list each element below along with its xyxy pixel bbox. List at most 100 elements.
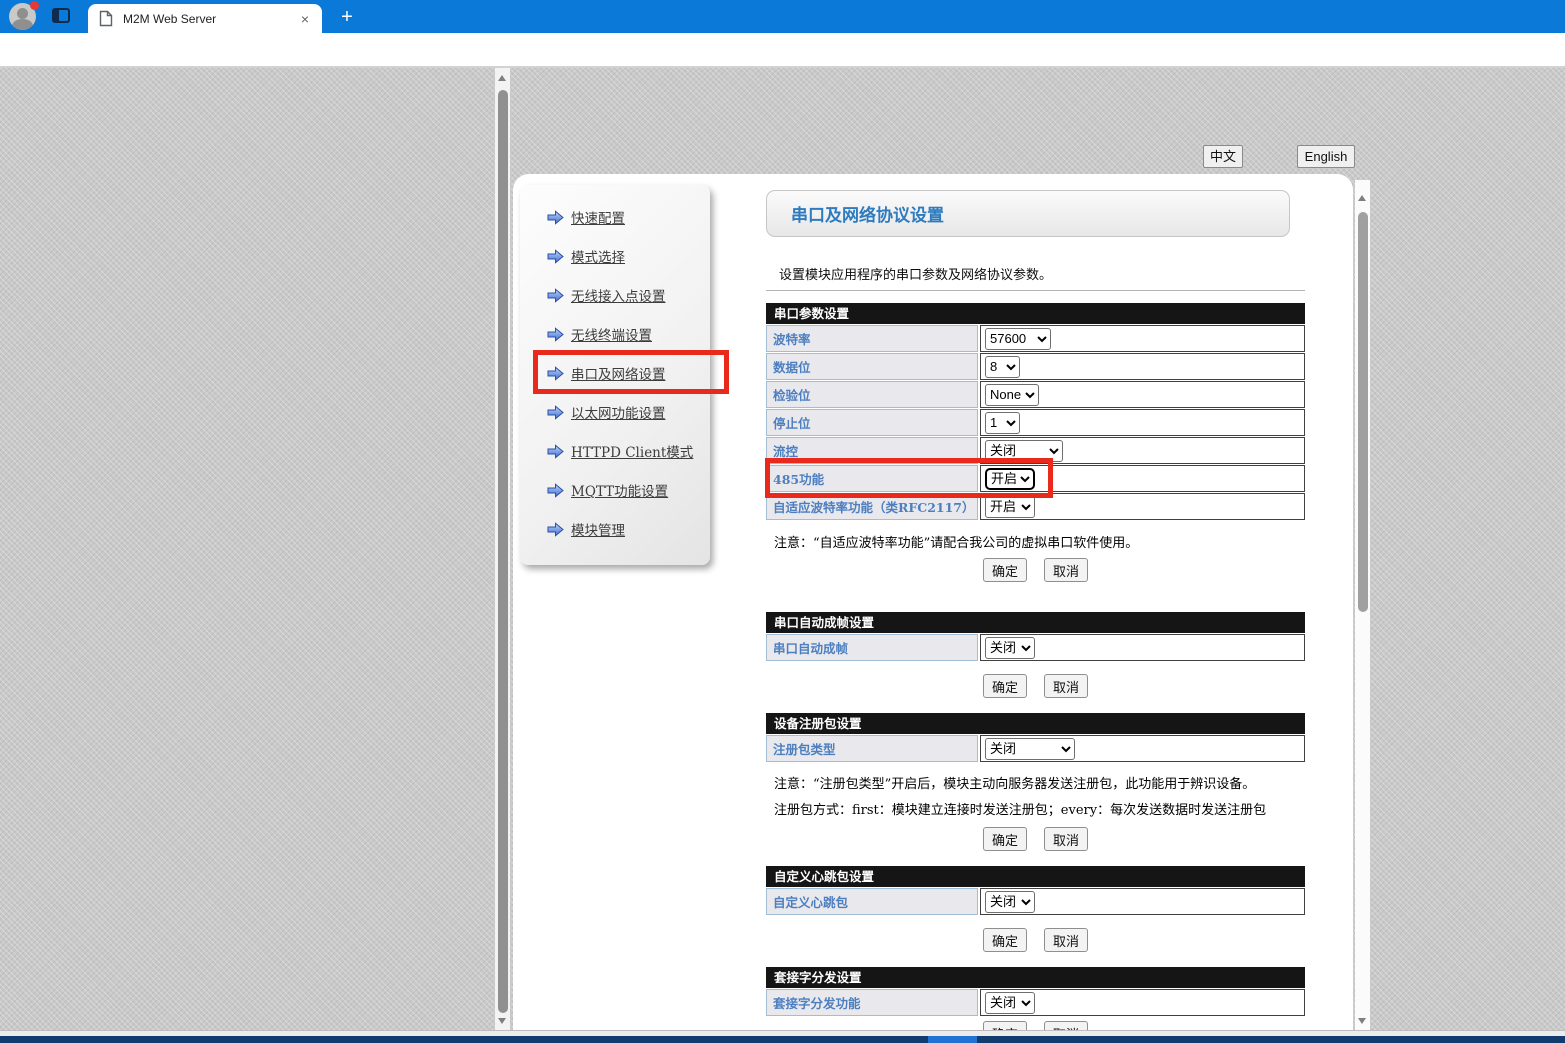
section-note: 注意：“注册包类型”开启后，模块主动向服务器发送注册包，此功能用于辨识设备。 — [774, 773, 1255, 792]
section-header: 串口参数设置 — [766, 303, 1305, 324]
browser-toolbar: 不安全 10.10.100.254 /home.html — [0, 33, 1565, 66]
sidebar-item-7[interactable]: HTTPD Client模式 — [547, 440, 710, 462]
settings-section: 自定义心跳包设置自定义心跳包 关闭 — [766, 866, 1305, 915]
sidebar-item-label: 以太网功能设置 — [571, 402, 666, 422]
sidebar-item-label: HTTPD Client模式 — [571, 441, 693, 461]
row-value-cell: None — [980, 381, 1305, 408]
row-label-cell: 数据位 — [766, 353, 978, 380]
scroll-up-icon[interactable] — [1358, 195, 1366, 201]
section-header: 串口自动成帧设置 — [766, 612, 1305, 633]
row-value-cell: 关闭 — [980, 634, 1305, 661]
browser-tab[interactable]: M2M Web Server × — [88, 4, 322, 33]
row-value-cell: 57600 — [980, 325, 1305, 352]
new-tab-button[interactable]: + — [336, 7, 358, 29]
scroll-down-icon[interactable] — [1358, 1018, 1366, 1024]
row-select[interactable]: None — [985, 384, 1039, 406]
table-row: 套接字分发功能 关闭 — [766, 989, 1305, 1016]
blue-arrow-icon — [547, 405, 564, 420]
row-value-cell: 关闭 — [980, 735, 1305, 762]
settings-section: 设备注册包设置注册包类型关闭 — [766, 713, 1305, 762]
tab-close-icon[interactable]: × — [296, 10, 314, 28]
row-select[interactable]: 8 — [985, 356, 1020, 378]
table-row: 注册包类型 关闭 — [766, 735, 1305, 762]
button-row: 确定 取消 — [766, 1021, 1305, 1030]
tab-actions-icon[interactable] — [52, 8, 70, 23]
row-label-cell: 检验位 — [766, 381, 978, 408]
row-label: 检验位 — [773, 385, 811, 404]
ok-button[interactable]: 确定 — [983, 1021, 1027, 1030]
blue-arrow-icon — [547, 210, 564, 225]
ok-button[interactable]: 确定 — [983, 928, 1027, 952]
blue-arrow-icon — [547, 444, 564, 459]
row-select[interactable]: 57600 — [985, 328, 1051, 350]
sidebar-item-label: MQTT功能设置 — [571, 480, 668, 500]
sidebar-item-6[interactable]: 以太网功能设置 — [547, 401, 710, 423]
sidebar-item-1[interactable]: 快速配置 — [547, 206, 710, 228]
settings-section: 串口自动成帧设置串口自动成帧关闭 — [766, 612, 1305, 661]
cancel-button[interactable]: 取消 — [1044, 928, 1088, 952]
lang-english-button[interactable]: English — [1297, 145, 1355, 168]
cancel-button[interactable]: 取消 — [1044, 827, 1088, 851]
page-background: 中文 English 快速配置模式选择无线接入点设置无线终端设置串口及网络设置以… — [0, 68, 1565, 1030]
row-label: 套接字分发功能 — [773, 993, 861, 1012]
row-select[interactable]: 关闭 — [985, 738, 1075, 760]
row-label-cell: 串口自动成帧 — [766, 634, 978, 661]
scroll-down-icon[interactable] — [498, 1018, 506, 1024]
sidebar-item-3[interactable]: 无线接入点设置 — [547, 284, 710, 306]
sidebar-item-label: 模块管理 — [571, 519, 625, 539]
browser-titlebar: M2M Web Server × + — [0, 0, 1565, 33]
cancel-button[interactable]: 取消 — [1044, 674, 1088, 698]
row-label: 注册包类型 — [773, 739, 836, 758]
cancel-button[interactable]: 取消 — [1044, 558, 1088, 582]
section-note: 注册包方式：first：模块建立连接时发送注册包；every：每次发送数据时发送… — [774, 799, 1266, 818]
sidebar-item-9[interactable]: 模块管理 — [547, 518, 710, 540]
button-row: 确定取消 — [766, 674, 1305, 698]
blue-arrow-icon — [547, 249, 564, 264]
row-label-cell: 停止位 — [766, 409, 978, 436]
button-row: 确定取消 — [766, 558, 1305, 582]
blue-arrow-icon — [547, 483, 564, 498]
row-label: 自定义心跳包 — [773, 892, 848, 911]
scroll-up-icon[interactable] — [498, 75, 506, 81]
sidebar-item-label: 模式选择 — [571, 246, 625, 266]
row-label-cell: 波特率 — [766, 325, 978, 352]
ok-button[interactable]: 确定 — [983, 827, 1027, 851]
page-title: 串口及网络协议设置 — [791, 201, 944, 226]
sidebar-item-label: 快速配置 — [571, 207, 625, 227]
table-row: 数据位 8 — [766, 353, 1305, 380]
row-select[interactable]: 关闭 — [985, 891, 1035, 913]
sidebar-item-8[interactable]: MQTT功能设置 — [547, 479, 710, 501]
row-select[interactable]: 1 — [985, 412, 1020, 434]
table-row: 波特率 57600 — [766, 325, 1305, 352]
scrollbar-thumb[interactable] — [498, 90, 508, 1013]
row-select[interactable]: 关闭 — [985, 992, 1035, 1014]
sidebar-item-4[interactable]: 无线终端设置 — [547, 323, 710, 345]
page-subtitle: 设置模块应用程序的串口参数及网络协议参数。 — [779, 264, 1052, 283]
table-row: 停止位 1 — [766, 409, 1305, 436]
row-label: 自适应波特率功能（类RFC2117） — [773, 497, 975, 516]
avatar-head — [17, 8, 28, 19]
notification-dot — [30, 1, 39, 10]
row-select[interactable]: 关闭 — [985, 637, 1035, 659]
blue-arrow-icon — [547, 327, 564, 342]
lang-chinese-button[interactable]: 中文 — [1203, 145, 1243, 168]
cancel-button[interactable]: 取消 — [1044, 1021, 1088, 1030]
ok-button[interactable]: 确定 — [983, 558, 1027, 582]
blue-arrow-icon — [547, 288, 564, 303]
highlight-box-menu — [533, 350, 729, 394]
table-row: 检验位 None — [766, 381, 1305, 408]
content-scrollbar[interactable] — [1355, 180, 1370, 1030]
row-value-cell: 1 — [980, 409, 1305, 436]
scrollbar-thumb[interactable] — [1358, 212, 1368, 612]
divider — [766, 290, 1305, 291]
left-frame-scrollbar[interactable] — [495, 68, 510, 1030]
sidebar-item-2[interactable]: 模式选择 — [547, 245, 710, 267]
ok-button[interactable]: 确定 — [983, 674, 1027, 698]
sidebar-item-label: 无线终端设置 — [571, 324, 652, 344]
section-header: 自定义心跳包设置 — [766, 866, 1305, 887]
row-label-cell: 自定义心跳包 — [766, 888, 978, 915]
highlight-box-485 — [765, 458, 1053, 498]
row-select[interactable]: 开启 — [985, 496, 1035, 518]
row-value-cell: 关闭 — [980, 989, 1305, 1016]
avatar-body — [12, 19, 33, 30]
